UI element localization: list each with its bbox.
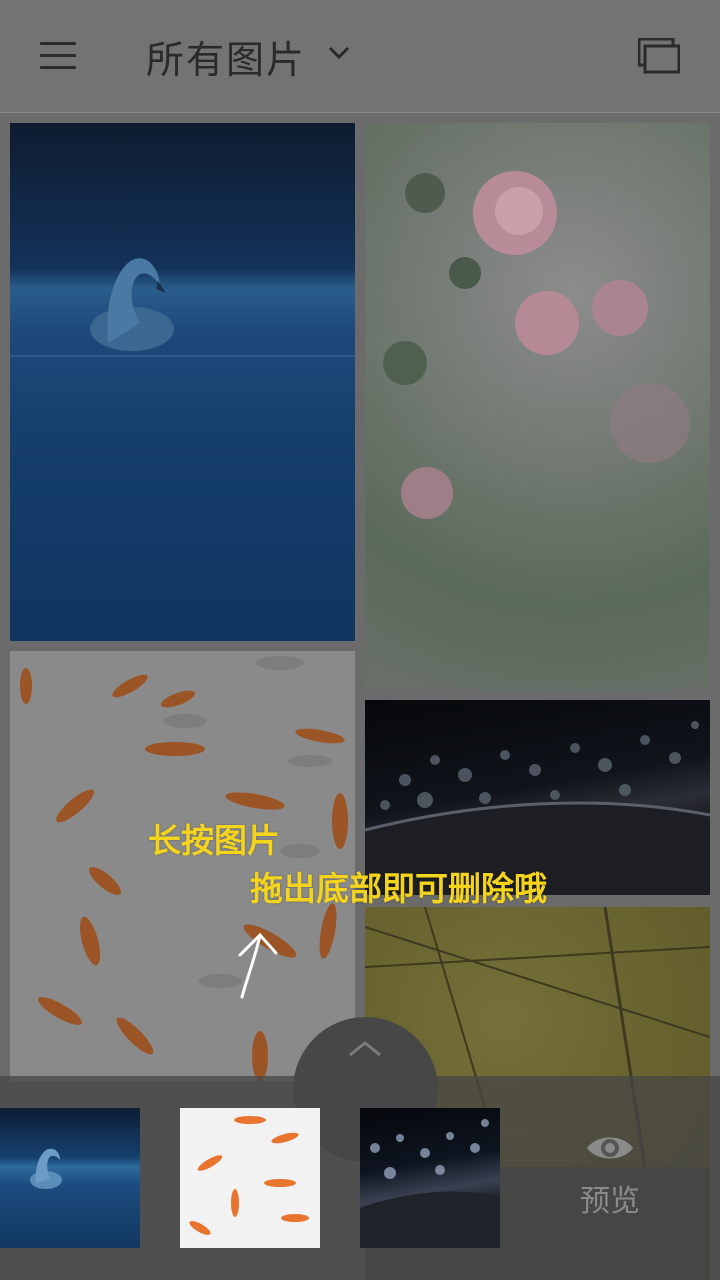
swan-thumb-image bbox=[30, 1148, 62, 1189]
chevron-down-icon bbox=[328, 46, 350, 60]
preview-button[interactable]: 预览 bbox=[560, 1130, 660, 1240]
eye-icon bbox=[587, 1137, 633, 1159]
overlapping-windows-icon[interactable] bbox=[638, 38, 680, 74]
hint-arrow-icon bbox=[238, 932, 278, 999]
app-bar: 所有图片 bbox=[0, 0, 720, 112]
tray-thumb-swan[interactable] bbox=[0, 1108, 140, 1248]
chevron-up-icon bbox=[349, 1041, 381, 1057]
page-title: 所有图片 bbox=[146, 37, 307, 82]
tray-thumb-goldfish[interactable] bbox=[180, 1108, 320, 1248]
album-selector[interactable]: 所有图片 bbox=[146, 34, 350, 82]
tray-thumb-bokeh[interactable] bbox=[360, 1108, 500, 1248]
preview-label: 预览 bbox=[580, 1184, 640, 1219]
hamburger-menu-icon[interactable] bbox=[40, 42, 76, 70]
goldfish-thumb-image bbox=[189, 1116, 309, 1235]
photo-tile-roses[interactable] bbox=[365, 123, 710, 690]
hint-line-2: 拖出底部即可删除哦 bbox=[250, 869, 547, 908]
hint-line-1: 长按图片 bbox=[148, 821, 280, 860]
bokeh-thumb-image bbox=[360, 1119, 500, 1248]
photo-tile-swan[interactable] bbox=[10, 123, 355, 641]
swan-image bbox=[10, 258, 355, 357]
roses-image bbox=[383, 171, 690, 519]
